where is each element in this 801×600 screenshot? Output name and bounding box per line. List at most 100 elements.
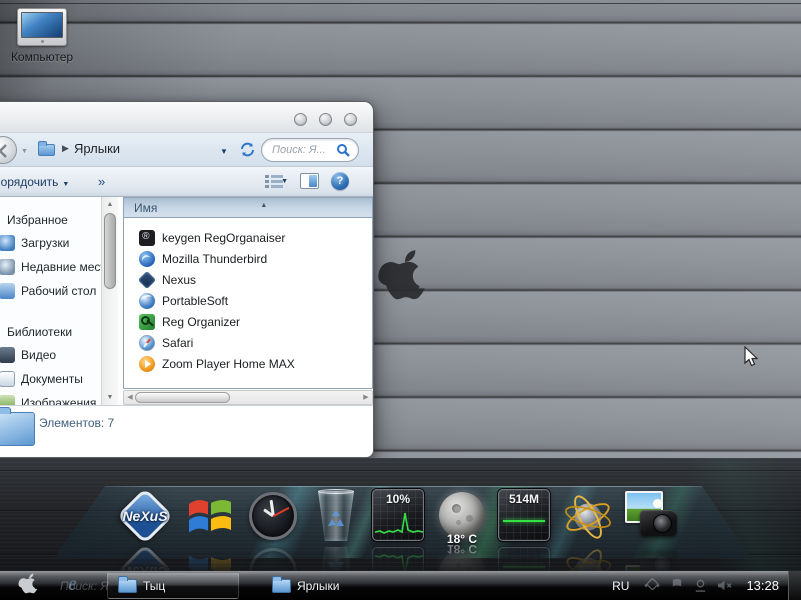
mouse-cursor [744,346,760,368]
ram-graph-line [503,520,545,522]
pictures-icon [0,395,15,405]
file-row[interactable]: keygen RegOrganaiser [124,227,372,248]
recycle-symbol-icon [325,508,347,528]
file-row[interactable]: Zoom Player Home MAX [124,353,372,374]
maximize-button[interactable] [319,113,332,126]
libraries-group-header[interactable]: Библиотеки [0,321,101,343]
computer-icon-label: Компьютер [10,50,74,64]
sidebar-item-downloads[interactable]: Загрузки [0,231,101,255]
sidebar-item-recent[interactable]: Недавние места [0,255,101,279]
search-input[interactable]: Поиск: Я... [261,138,359,162]
dock-clock[interactable] [246,489,300,543]
file-list: Имя▲ keygen RegOrganaiser Mozilla Thunde… [123,197,373,389]
sidebar-item-desktop[interactable]: Рабочий стол [0,279,101,303]
change-view-button[interactable]: ▼ [265,174,288,189]
sidebar-item-video[interactable]: Видео [0,343,101,367]
column-header-name[interactable]: Имя▲ [124,198,372,218]
dock-cpu-meter[interactable]: 10% [372,489,426,543]
reg-organizer-icon [139,314,155,330]
refresh-icon[interactable] [239,141,256,163]
video-icon [0,347,15,363]
toolbar-overflow-chevron[interactable]: » [98,174,105,189]
dock: NeXuS 10% 18° C [116,489,678,543]
address-dropdown-icon[interactable]: ▼ [220,147,228,156]
desktop-icon [0,283,15,299]
cpu-percent: 10% [373,492,423,506]
close-button[interactable] [344,113,357,126]
file-row[interactable]: Nexus [124,269,372,290]
temperature: 18° C [435,532,489,546]
folder-icon [118,579,137,593]
address-bar: ▼ ▶ Ярлыки ▼ Поиск: Я... [0,133,373,167]
dock-nexus[interactable]: NeXuS [116,489,174,543]
documents-icon [0,371,15,387]
volume-icon[interactable] [716,578,733,593]
explorer-main: Избранное Загрузки Недавние места Рабочи… [0,197,373,405]
dock-weather[interactable]: 18° C [435,489,489,543]
window-titlebar[interactable] [0,102,373,133]
help-button[interactable]: ? [331,172,349,190]
back-button[interactable] [0,136,17,164]
language-indicator[interactable]: RU [612,579,629,593]
apple-logo-wallpaper [377,249,427,311]
atom-globe-icon [561,489,615,543]
keygen-icon [139,230,155,246]
desktop-icon-computer[interactable]: Компьютер [10,8,74,64]
sort-ascending-icon: ▲ [260,197,267,216]
navigation-pane: Избранное Загрузки Недавние места Рабочи… [0,197,101,405]
scroll-down-arrow[interactable]: ▼ [103,391,117,404]
dock-photos[interactable] [624,489,678,543]
scroll-right-arrow[interactable]: ▶ [360,391,372,404]
back-history-chevron[interactable]: ▼ [21,148,28,155]
nexus-tray-icon[interactable] [643,578,661,593]
zoom-player-icon [139,356,155,372]
thunderbird-icon [139,251,155,267]
dock-atom[interactable] [561,489,615,543]
hscroll-thumb[interactable] [135,392,230,403]
favorites-group-header[interactable]: Избранное [0,209,101,231]
file-row[interactable]: Mozilla Thunderbird [124,248,372,269]
breadcrumb-folder[interactable]: Ярлыки [74,141,120,156]
taskbar: e Поиск: Я Тыц Ярлыки RU 13:28 [0,571,801,600]
details-pane: Элементов: 7 [0,405,373,457]
safari-icon [139,335,155,351]
nexus-file-icon [138,270,156,288]
taskbar-clock[interactable]: 13:28 [746,578,779,593]
sidebar-scroll-thumb[interactable] [104,213,116,289]
dock-ram-meter[interactable]: 514M [498,489,552,543]
ghost-search-text: Поиск: Я [60,579,109,593]
downloads-icon [0,235,15,251]
folder-icon [272,579,291,593]
horizontal-scrollbar[interactable]: ◀ ▶ [123,390,373,405]
computer-icon [17,8,67,46]
action-center-flag-icon[interactable] [670,578,684,593]
preview-pane-button[interactable] [300,173,319,189]
recent-places-icon [0,259,15,275]
file-row[interactable]: Safari [124,332,372,353]
network-icon[interactable] [693,578,707,593]
scroll-up-arrow[interactable]: ▲ [103,198,117,211]
sidebar-item-pictures[interactable]: Изображения [0,391,101,405]
search-placeholder: Поиск: Я... [272,144,336,156]
windows-logo-icon [183,489,237,543]
taskbar-button-yarlyki[interactable]: Ярлыки [262,572,350,599]
nexus-logo-text: NeXuS [116,508,174,524]
search-icon[interactable] [336,143,351,158]
ram-value: 514M [499,492,549,506]
address-folder-icon [38,144,55,156]
dock-recycle-bin[interactable] [309,489,363,543]
show-desktop-button[interactable] [788,571,801,600]
system-tray: RU 13:28 [612,571,801,600]
start-button-apple[interactable] [14,573,42,598]
breadcrumb-arrow-icon[interactable]: ▶ [62,143,69,154]
organize-menu[interactable]: Упорядочить▼ [0,175,69,189]
items-count: Элементов: 7 [39,416,114,430]
file-row[interactable]: PortableSoft [124,290,372,311]
sidebar-scrollbar[interactable]: ▲ ▼ [101,197,118,405]
minimize-button[interactable] [294,113,307,126]
dock-windows[interactable] [183,489,237,543]
taskbar-button-tyts[interactable]: Тыц [107,572,239,599]
sidebar-item-documents[interactable]: Документы [0,367,101,391]
file-row[interactable]: Reg Organizer [124,311,372,332]
portablesoft-icon [139,293,155,309]
